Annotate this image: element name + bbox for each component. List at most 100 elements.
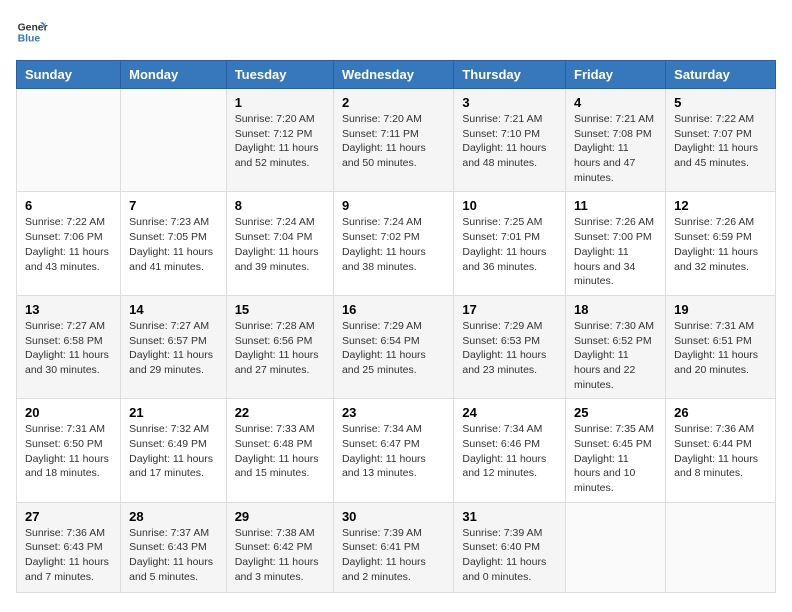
day-number: 12 — [674, 198, 767, 213]
day-number: 21 — [129, 405, 218, 420]
day-info: Sunrise: 7:22 AMSunset: 7:07 PMDaylight:… — [674, 112, 767, 171]
day-info: Sunrise: 7:35 AMSunset: 6:45 PMDaylight:… — [574, 422, 657, 495]
day-info: Sunrise: 7:24 AMSunset: 7:04 PMDaylight:… — [235, 215, 325, 274]
day-info: Sunrise: 7:23 AMSunset: 7:05 PMDaylight:… — [129, 215, 218, 274]
day-info: Sunrise: 7:20 AMSunset: 7:11 PMDaylight:… — [342, 112, 445, 171]
page-header: General Blue — [16, 16, 776, 48]
day-number: 15 — [235, 302, 325, 317]
day-number: 24 — [462, 405, 557, 420]
day-info: Sunrise: 7:34 AMSunset: 6:46 PMDaylight:… — [462, 422, 557, 481]
day-number: 30 — [342, 509, 445, 524]
day-number: 29 — [235, 509, 325, 524]
day-number: 4 — [574, 95, 657, 110]
calendar-table: SundayMondayTuesdayWednesdayThursdayFrid… — [16, 60, 776, 593]
column-header-friday: Friday — [566, 61, 666, 89]
day-number: 3 — [462, 95, 557, 110]
calendar-header-row: SundayMondayTuesdayWednesdayThursdayFrid… — [17, 61, 776, 89]
calendar-cell: 19 Sunrise: 7:31 AMSunset: 6:51 PMDaylig… — [666, 295, 776, 398]
column-header-monday: Monday — [121, 61, 227, 89]
calendar-cell — [566, 502, 666, 592]
calendar-cell: 16 Sunrise: 7:29 AMSunset: 6:54 PMDaylig… — [333, 295, 453, 398]
day-number: 25 — [574, 405, 657, 420]
day-info: Sunrise: 7:29 AMSunset: 6:53 PMDaylight:… — [462, 319, 557, 378]
day-number: 22 — [235, 405, 325, 420]
calendar-cell: 24 Sunrise: 7:34 AMSunset: 6:46 PMDaylig… — [454, 399, 566, 502]
day-info: Sunrise: 7:26 AMSunset: 6:59 PMDaylight:… — [674, 215, 767, 274]
day-info: Sunrise: 7:20 AMSunset: 7:12 PMDaylight:… — [235, 112, 325, 171]
column-header-thursday: Thursday — [454, 61, 566, 89]
calendar-cell: 6 Sunrise: 7:22 AMSunset: 7:06 PMDayligh… — [17, 192, 121, 295]
day-info: Sunrise: 7:31 AMSunset: 6:50 PMDaylight:… — [25, 422, 112, 481]
day-number: 5 — [674, 95, 767, 110]
day-info: Sunrise: 7:34 AMSunset: 6:47 PMDaylight:… — [342, 422, 445, 481]
day-number: 8 — [235, 198, 325, 213]
calendar-week-row: 13 Sunrise: 7:27 AMSunset: 6:58 PMDaylig… — [17, 295, 776, 398]
calendar-cell — [17, 89, 121, 192]
day-info: Sunrise: 7:29 AMSunset: 6:54 PMDaylight:… — [342, 319, 445, 378]
day-number: 31 — [462, 509, 557, 524]
calendar-cell: 17 Sunrise: 7:29 AMSunset: 6:53 PMDaylig… — [454, 295, 566, 398]
calendar-cell: 23 Sunrise: 7:34 AMSunset: 6:47 PMDaylig… — [333, 399, 453, 502]
day-info: Sunrise: 7:32 AMSunset: 6:49 PMDaylight:… — [129, 422, 218, 481]
calendar-cell: 27 Sunrise: 7:36 AMSunset: 6:43 PMDaylig… — [17, 502, 121, 592]
calendar-cell: 25 Sunrise: 7:35 AMSunset: 6:45 PMDaylig… — [566, 399, 666, 502]
logo: General Blue — [16, 16, 52, 48]
day-info: Sunrise: 7:39 AMSunset: 6:40 PMDaylight:… — [462, 526, 557, 585]
day-number: 19 — [674, 302, 767, 317]
day-info: Sunrise: 7:25 AMSunset: 7:01 PMDaylight:… — [462, 215, 557, 274]
calendar-week-row: 1 Sunrise: 7:20 AMSunset: 7:12 PMDayligh… — [17, 89, 776, 192]
calendar-cell: 26 Sunrise: 7:36 AMSunset: 6:44 PMDaylig… — [666, 399, 776, 502]
day-number: 23 — [342, 405, 445, 420]
calendar-cell: 30 Sunrise: 7:39 AMSunset: 6:41 PMDaylig… — [333, 502, 453, 592]
calendar-cell: 1 Sunrise: 7:20 AMSunset: 7:12 PMDayligh… — [226, 89, 333, 192]
calendar-cell: 15 Sunrise: 7:28 AMSunset: 6:56 PMDaylig… — [226, 295, 333, 398]
day-info: Sunrise: 7:21 AMSunset: 7:10 PMDaylight:… — [462, 112, 557, 171]
calendar-week-row: 6 Sunrise: 7:22 AMSunset: 7:06 PMDayligh… — [17, 192, 776, 295]
calendar-cell: 10 Sunrise: 7:25 AMSunset: 7:01 PMDaylig… — [454, 192, 566, 295]
calendar-cell: 14 Sunrise: 7:27 AMSunset: 6:57 PMDaylig… — [121, 295, 227, 398]
calendar-cell: 21 Sunrise: 7:32 AMSunset: 6:49 PMDaylig… — [121, 399, 227, 502]
column-header-tuesday: Tuesday — [226, 61, 333, 89]
day-number: 16 — [342, 302, 445, 317]
day-number: 26 — [674, 405, 767, 420]
day-info: Sunrise: 7:27 AMSunset: 6:57 PMDaylight:… — [129, 319, 218, 378]
calendar-cell: 12 Sunrise: 7:26 AMSunset: 6:59 PMDaylig… — [666, 192, 776, 295]
calendar-cell: 31 Sunrise: 7:39 AMSunset: 6:40 PMDaylig… — [454, 502, 566, 592]
day-number: 28 — [129, 509, 218, 524]
day-info: Sunrise: 7:28 AMSunset: 6:56 PMDaylight:… — [235, 319, 325, 378]
calendar-cell: 8 Sunrise: 7:24 AMSunset: 7:04 PMDayligh… — [226, 192, 333, 295]
day-number: 10 — [462, 198, 557, 213]
day-info: Sunrise: 7:39 AMSunset: 6:41 PMDaylight:… — [342, 526, 445, 585]
day-info: Sunrise: 7:24 AMSunset: 7:02 PMDaylight:… — [342, 215, 445, 274]
calendar-cell: 7 Sunrise: 7:23 AMSunset: 7:05 PMDayligh… — [121, 192, 227, 295]
calendar-cell: 3 Sunrise: 7:21 AMSunset: 7:10 PMDayligh… — [454, 89, 566, 192]
column-header-wednesday: Wednesday — [333, 61, 453, 89]
calendar-cell — [121, 89, 227, 192]
svg-text:Blue: Blue — [18, 34, 41, 45]
day-info: Sunrise: 7:22 AMSunset: 7:06 PMDaylight:… — [25, 215, 112, 274]
calendar-cell: 5 Sunrise: 7:22 AMSunset: 7:07 PMDayligh… — [666, 89, 776, 192]
day-info: Sunrise: 7:31 AMSunset: 6:51 PMDaylight:… — [674, 319, 767, 378]
day-number: 20 — [25, 405, 112, 420]
calendar-cell: 22 Sunrise: 7:33 AMSunset: 6:48 PMDaylig… — [226, 399, 333, 502]
day-info: Sunrise: 7:26 AMSunset: 7:00 PMDaylight:… — [574, 215, 657, 288]
day-info: Sunrise: 7:36 AMSunset: 6:44 PMDaylight:… — [674, 422, 767, 481]
day-number: 14 — [129, 302, 218, 317]
calendar-cell: 13 Sunrise: 7:27 AMSunset: 6:58 PMDaylig… — [17, 295, 121, 398]
day-number: 6 — [25, 198, 112, 213]
calendar-cell: 20 Sunrise: 7:31 AMSunset: 6:50 PMDaylig… — [17, 399, 121, 502]
day-info: Sunrise: 7:38 AMSunset: 6:42 PMDaylight:… — [235, 526, 325, 585]
day-info: Sunrise: 7:30 AMSunset: 6:52 PMDaylight:… — [574, 319, 657, 392]
day-number: 7 — [129, 198, 218, 213]
calendar-cell: 9 Sunrise: 7:24 AMSunset: 7:02 PMDayligh… — [333, 192, 453, 295]
calendar-cell — [666, 502, 776, 592]
day-info: Sunrise: 7:37 AMSunset: 6:43 PMDaylight:… — [129, 526, 218, 585]
calendar-cell: 18 Sunrise: 7:30 AMSunset: 6:52 PMDaylig… — [566, 295, 666, 398]
day-number: 18 — [574, 302, 657, 317]
day-number: 17 — [462, 302, 557, 317]
day-number: 11 — [574, 198, 657, 213]
logo-icon: General Blue — [16, 16, 48, 48]
calendar-cell: 2 Sunrise: 7:20 AMSunset: 7:11 PMDayligh… — [333, 89, 453, 192]
calendar-cell: 29 Sunrise: 7:38 AMSunset: 6:42 PMDaylig… — [226, 502, 333, 592]
calendar-week-row: 27 Sunrise: 7:36 AMSunset: 6:43 PMDaylig… — [17, 502, 776, 592]
